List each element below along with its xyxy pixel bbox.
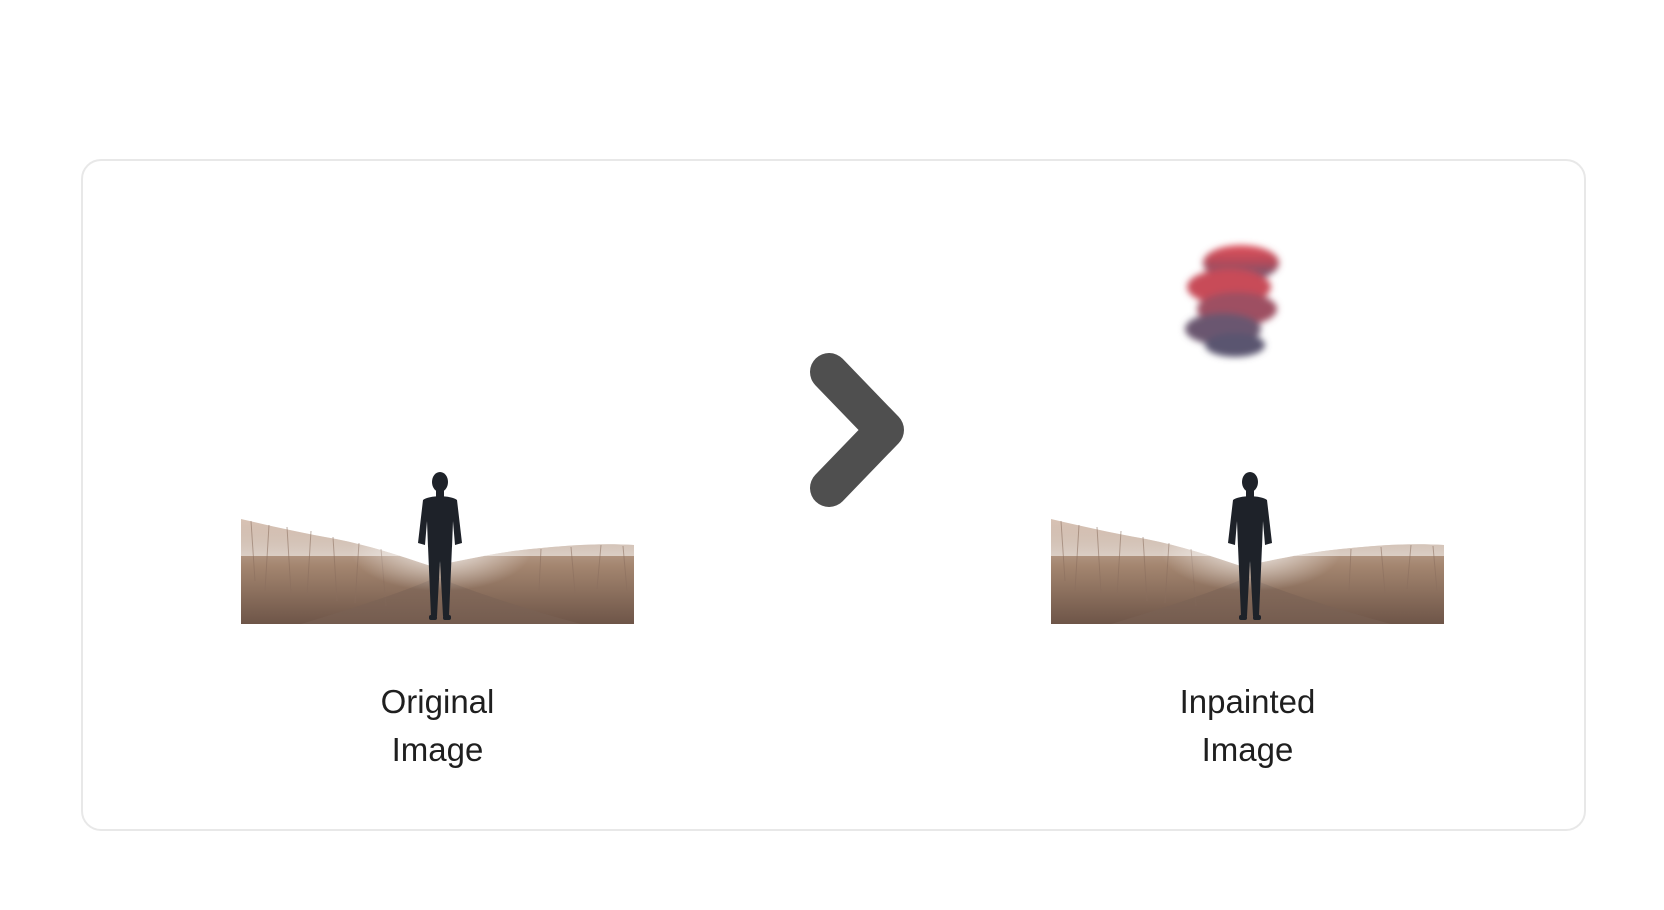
inpainted-caption-line2: Image: [1201, 731, 1294, 768]
inpainted-caption: Inpainted Image: [1051, 678, 1444, 774]
original-caption-line2: Image: [391, 731, 484, 768]
inpainted-panel: Inpainted Image: [1051, 161, 1451, 829]
comparison-card: Original Image Inpainted Image: [81, 159, 1586, 831]
original-panel: Original Image: [241, 161, 641, 829]
inpainted-caption-line1: Inpainted: [1179, 683, 1316, 720]
original-image: [241, 221, 634, 624]
inpainted-image: [1051, 221, 1444, 624]
original-caption-line1: Original: [380, 683, 495, 720]
original-caption: Original Image: [241, 678, 634, 774]
chevron-right-icon: [781, 334, 973, 526]
